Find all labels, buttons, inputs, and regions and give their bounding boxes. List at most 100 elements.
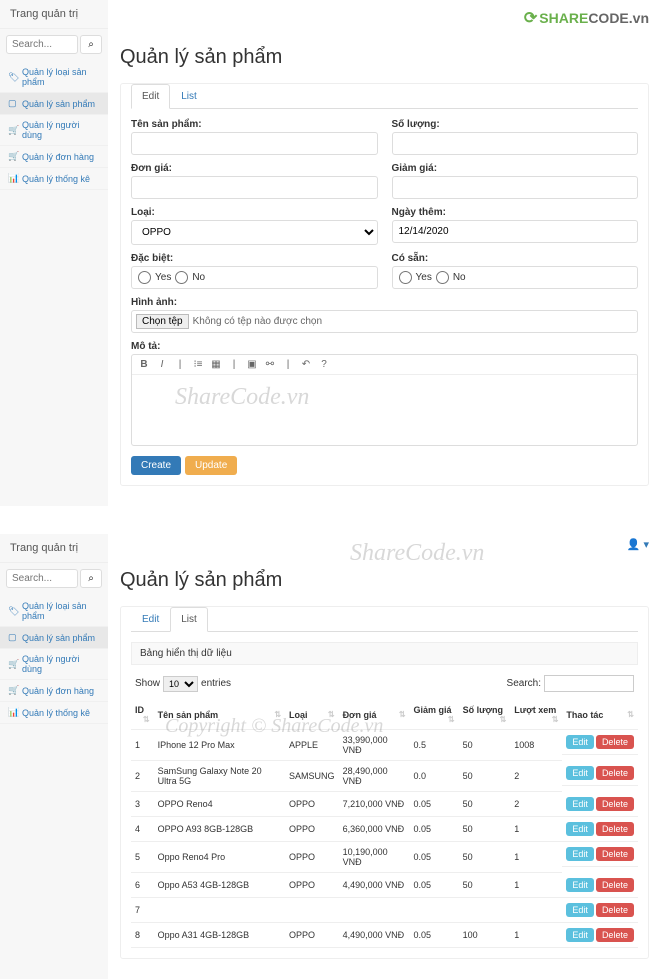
sort-icon: ⇅ xyxy=(627,710,634,719)
sidebar-item-stats[interactable]: 📊 Quản lý thống kê xyxy=(0,168,108,190)
cell: 2 xyxy=(510,792,562,817)
edit-button[interactable]: Edit xyxy=(566,878,594,892)
search-icon[interactable]: ⌕ xyxy=(80,569,102,588)
tab-edit[interactable]: Edit xyxy=(131,84,170,109)
cell: 2 xyxy=(510,761,562,792)
input-giam-gia[interactable] xyxy=(392,176,639,199)
cell: 33,990,000 VNĐ xyxy=(339,730,410,761)
radio-dacbiet-no[interactable] xyxy=(175,271,188,284)
sidebar-item-user[interactable]: 🛒Quản lý người dùng xyxy=(0,649,108,680)
edit-button[interactable]: Edit xyxy=(566,766,594,780)
delete-button[interactable]: Delete xyxy=(596,822,634,836)
sidebar-item-label: Quản lý sản phẩm xyxy=(22,99,95,109)
file-status: Không có tệp nào được chọn xyxy=(193,316,322,327)
label-so-luong: Số lượng: xyxy=(392,119,639,130)
cell: 0.05 xyxy=(410,817,459,842)
sidebar-item-label: Quản lý loại sản phẩm xyxy=(22,67,100,87)
user-menu[interactable]: 👤 ▾ xyxy=(627,538,649,551)
cell: 2 xyxy=(131,761,154,792)
sidebar-item-product[interactable]: ▢Quản lý sản phẩm xyxy=(0,93,108,115)
update-button[interactable]: Update xyxy=(185,456,237,475)
column-header[interactable]: Lượt xem⇅ xyxy=(510,700,562,730)
label-loai: Loại: xyxy=(131,207,378,218)
sort-icon: ⇅ xyxy=(500,715,507,724)
table-search-input[interactable] xyxy=(544,675,634,692)
label-giam-gia: Giảm giá: xyxy=(392,163,639,174)
list-icon[interactable]: ⁝≡ xyxy=(192,359,204,370)
sidebar-item-stats[interactable]: 📊Quản lý thống kê xyxy=(0,702,108,724)
cell: 0.05 xyxy=(410,873,459,898)
italic-icon[interactable]: I xyxy=(156,359,168,370)
cell: OPPO xyxy=(285,792,339,817)
input-ten-sp[interactable] xyxy=(131,132,378,155)
tabs: Edit List xyxy=(131,84,638,109)
cell: 6 xyxy=(131,873,154,898)
edit-button[interactable]: Edit xyxy=(566,735,594,749)
undo-icon[interactable]: ↶ xyxy=(300,359,312,370)
input-ngay-them[interactable] xyxy=(392,220,639,243)
editor-body[interactable] xyxy=(132,375,637,445)
delete-button[interactable]: Delete xyxy=(596,766,634,780)
delete-button[interactable]: Delete xyxy=(596,847,634,861)
create-button[interactable]: Create xyxy=(131,456,181,475)
column-header[interactable]: Giảm giá⇅ xyxy=(410,700,459,730)
cell: 1008 xyxy=(510,730,562,761)
sidebar-item-label: Quản lý người dùng xyxy=(22,654,100,674)
table-row: 1IPhone 12 Pro MaxAPPLE33,990,000 VNĐ0.5… xyxy=(131,730,638,761)
edit-button[interactable]: Edit xyxy=(566,847,594,861)
delete-button[interactable]: Delete xyxy=(596,878,634,892)
column-header[interactable]: Đơn giá⇅ xyxy=(339,700,410,730)
column-header[interactable]: Loại⇅ xyxy=(285,700,339,730)
sidebar-item-category[interactable]: 🏷Quản lý loại sản phẩm xyxy=(0,596,108,627)
select-loai[interactable]: OPPO xyxy=(131,220,378,245)
sidebar-item-order[interactable]: 🛒Quản lý đơn hàng xyxy=(0,146,108,168)
edit-button[interactable]: Edit xyxy=(566,797,594,811)
edit-button[interactable]: Edit xyxy=(566,822,594,836)
bold-icon[interactable]: B xyxy=(138,359,150,370)
cell: OPPO Reno4 xyxy=(154,792,285,817)
radio-cosan-no[interactable] xyxy=(436,271,449,284)
column-header[interactable]: ID⇅ xyxy=(131,700,154,730)
delete-button[interactable]: Delete xyxy=(596,735,634,749)
file-choose-button[interactable]: Chọn tệp xyxy=(136,314,189,329)
edit-button[interactable]: Edit xyxy=(566,903,594,917)
delete-button[interactable]: Delete xyxy=(596,928,634,942)
edit-button[interactable]: Edit xyxy=(566,928,594,942)
tab-list[interactable]: List xyxy=(170,607,208,632)
column-header[interactable]: Thao tác⇅ xyxy=(562,700,638,730)
cell xyxy=(339,898,410,923)
sidebar-item-label: Quản lý thống kê xyxy=(22,174,90,184)
delete-button[interactable]: Delete xyxy=(596,903,634,917)
input-so-luong[interactable] xyxy=(392,132,639,155)
cell: OPPO xyxy=(285,842,339,873)
tab-list[interactable]: List xyxy=(170,84,208,109)
cell: 0.05 xyxy=(410,923,459,948)
input-don-gia[interactable] xyxy=(131,176,378,199)
chart-icon: 📊 xyxy=(8,173,18,184)
cart-icon: 🛒 xyxy=(8,685,18,696)
sidebar-search-input[interactable] xyxy=(6,35,78,54)
delete-button[interactable]: Delete xyxy=(596,797,634,811)
sidebar-item-user[interactable]: 🛒Quản lý người dùng xyxy=(0,115,108,146)
link-icon[interactable]: ⚯ xyxy=(264,359,276,370)
column-header[interactable]: Tên sản phẩm⇅ xyxy=(154,700,285,730)
product-table: ID⇅Tên sản phẩm⇅Loại⇅Đơn giá⇅Giảm giá⇅Số… xyxy=(131,700,638,948)
help-icon[interactable]: ? xyxy=(318,359,330,370)
file-input-row[interactable]: Chọn tệp Không có tệp nào được chọn xyxy=(131,310,638,333)
pagesize-select[interactable]: 10 xyxy=(163,676,198,692)
divider: | xyxy=(174,359,186,370)
column-header[interactable]: Số lượng⇅ xyxy=(459,700,511,730)
sidebar-item-order[interactable]: 🛒Quản lý đơn hàng xyxy=(0,680,108,702)
sidebar-item-label: Quản lý người dùng xyxy=(22,120,100,140)
tab-edit[interactable]: Edit xyxy=(131,607,170,632)
search-icon[interactable]: ⌕ xyxy=(80,35,102,54)
cell: 8 xyxy=(131,923,154,948)
sidebar-item-product[interactable]: ▢Quản lý sản phẩm xyxy=(0,627,108,649)
sidebar-item-category[interactable]: 🏷Quản lý loại sản phẩm xyxy=(0,62,108,93)
radio-cosan-yes[interactable] xyxy=(399,271,412,284)
grid-icon[interactable]: ▦ xyxy=(210,359,222,370)
image-icon[interactable]: ▣ xyxy=(246,359,258,370)
sidebar-search-input[interactable] xyxy=(6,569,78,588)
list-header: Bảng hiển thị dữ liệu xyxy=(131,642,638,665)
radio-dacbiet-yes[interactable] xyxy=(138,271,151,284)
